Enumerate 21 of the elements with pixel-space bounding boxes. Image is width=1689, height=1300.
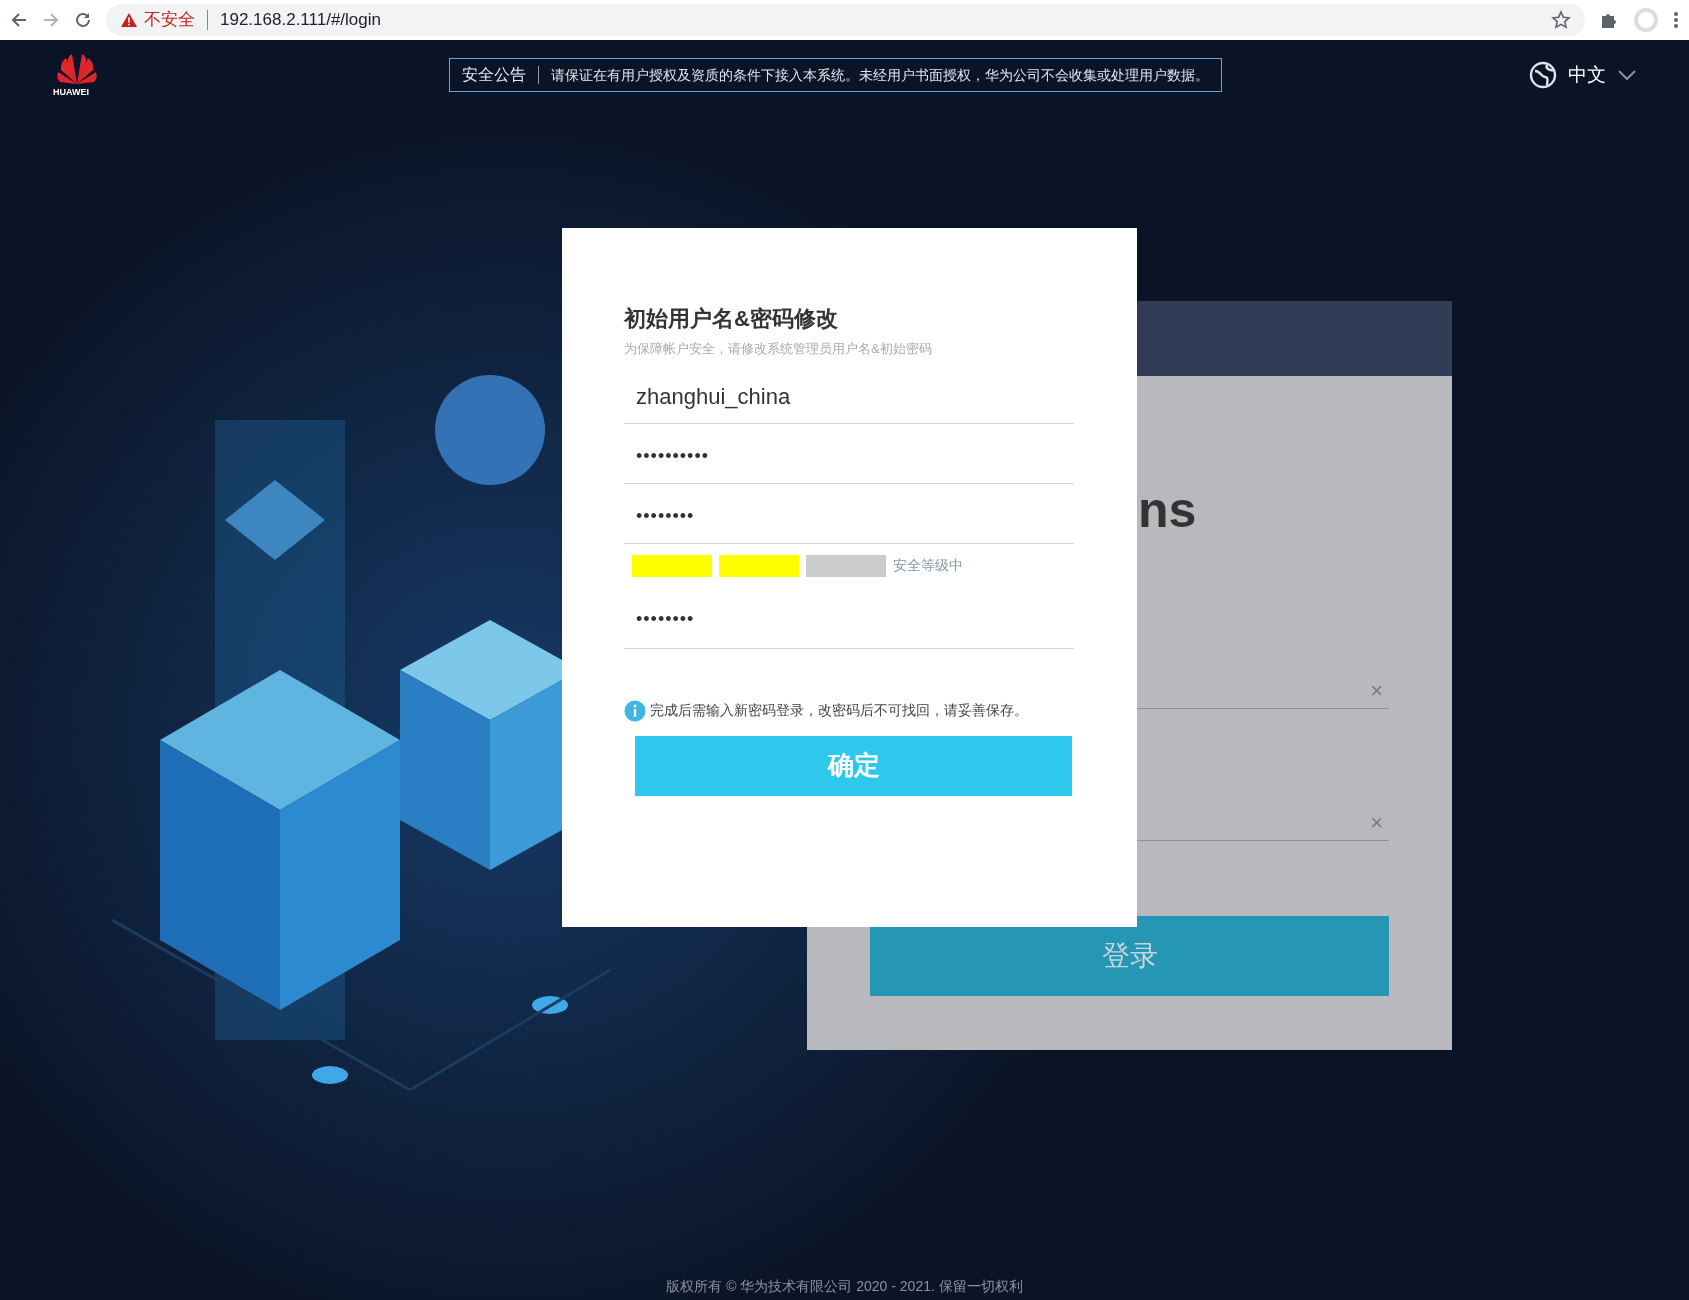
note-text: 完成后需输入新密码登录，改密码后不可找回，请妥善保存。 xyxy=(650,701,1028,720)
logo-text: HUAWEI xyxy=(53,86,89,100)
dialog-subtitle: 为保障帐户安全，请修改系统管理员用户名&初始密码 xyxy=(624,340,933,358)
star-icon[interactable] xyxy=(1551,10,1571,30)
info-icon xyxy=(624,699,646,722)
notice-label: 安全公告 xyxy=(450,66,539,84)
notice-text: 请保证在有用户授权及资质的条件下接入本系统。未经用户书面授权，华为公司不会收集或处理用户数据。 xyxy=(550,65,1210,85)
language-selector[interactable]: 中文 xyxy=(1567,59,1607,91)
warning-icon xyxy=(120,12,138,28)
reload-icon[interactable] xyxy=(74,11,92,29)
security-label: 不安全 xyxy=(144,9,195,32)
dialog-title: 初始用户名&密码修改 xyxy=(624,305,839,333)
menu-icon[interactable] xyxy=(1673,11,1679,29)
address-bar[interactable]: 不安全 192.168.2.111/#/login xyxy=(106,4,1585,36)
strength-label: 安全等级中 xyxy=(893,556,963,575)
url-text: 192.168.2.111/#/login xyxy=(220,9,381,32)
panel-title: ns xyxy=(1138,485,1198,535)
back-icon[interactable] xyxy=(10,11,28,29)
globe-icon[interactable] xyxy=(1529,61,1557,89)
chevron-down-icon[interactable] xyxy=(1617,69,1637,81)
copyright-text: 版权所有 © 华为技术有限公司 2020 - 2021. 保留一切权利 xyxy=(665,1277,1024,1296)
